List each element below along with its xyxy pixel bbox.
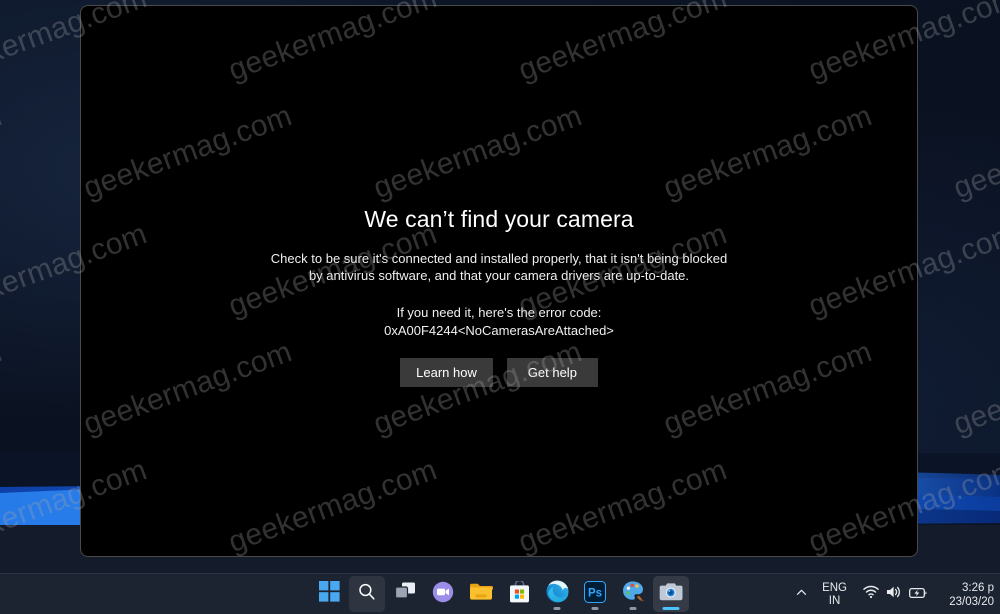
error-description-line-1: Check to be sure it's connected and inst… bbox=[270, 250, 728, 266]
chat-button[interactable] bbox=[425, 576, 461, 612]
clock-date: 23/03/20 bbox=[949, 595, 994, 608]
running-indicator bbox=[629, 607, 637, 610]
system-tray: ENG IN 3:26 p 23/03/20 bbox=[789, 574, 1000, 614]
error-title: We can’t find your camera bbox=[364, 206, 634, 232]
edge-button[interactable] bbox=[539, 576, 575, 612]
clock-button[interactable]: 3:26 p 23/03/20 bbox=[936, 578, 998, 612]
error-action-buttons: Learn how Get help bbox=[400, 357, 598, 387]
quick-settings-button[interactable] bbox=[855, 578, 936, 612]
battery-charging-icon bbox=[909, 586, 928, 604]
camera-error-pane: We can’t find your camera Check to be su… bbox=[81, 6, 917, 556]
running-indicator bbox=[553, 607, 561, 610]
search-icon bbox=[357, 582, 377, 607]
taskbar: Ps ENG IN 3:26 p 23/03/20 bbox=[0, 573, 1000, 614]
get-help-button[interactable]: Get help bbox=[506, 357, 598, 387]
search-button[interactable] bbox=[349, 576, 385, 612]
photoshop-button[interactable]: Ps bbox=[577, 576, 613, 612]
learn-how-button[interactable]: Learn how bbox=[400, 357, 493, 387]
microsoft-store-button[interactable] bbox=[501, 576, 537, 612]
running-indicator bbox=[591, 607, 599, 610]
language-line-1: ENG bbox=[822, 581, 847, 594]
error-description-line-2: by antivirus software, and that your cam… bbox=[308, 267, 690, 283]
svg-text:Ps: Ps bbox=[588, 587, 602, 599]
speaker-icon bbox=[886, 585, 902, 604]
error-description: Check to be sure it's connected and inst… bbox=[271, 250, 727, 284]
photoshop-icon: Ps bbox=[584, 580, 606, 608]
error-code-block: If you need it, here's the error code: 0… bbox=[384, 304, 614, 340]
windows-logo-icon bbox=[318, 581, 340, 607]
camera-button[interactable] bbox=[653, 576, 689, 612]
start-button[interactable] bbox=[311, 576, 347, 612]
task-view-icon bbox=[394, 582, 416, 606]
camera-app-window[interactable]: We can’t find your camera Check to be su… bbox=[80, 5, 918, 557]
active-indicator bbox=[662, 607, 680, 610]
file-explorer-button[interactable] bbox=[463, 576, 499, 612]
language-line-2: IN bbox=[828, 594, 841, 607]
error-code-lead-text: If you need it, here's the error code: bbox=[396, 304, 602, 320]
task-view-button[interactable] bbox=[387, 576, 423, 612]
edge-icon bbox=[546, 580, 569, 608]
error-code-value: 0xA00F4244<NoCamerasAreAttached> bbox=[384, 322, 614, 338]
clock-time: 3:26 p bbox=[962, 581, 994, 594]
wifi-icon bbox=[863, 585, 879, 604]
folder-icon bbox=[469, 582, 493, 607]
language-indicator[interactable]: ENG IN bbox=[814, 578, 855, 612]
store-bag-icon bbox=[509, 579, 530, 608]
paint-palette-icon bbox=[622, 580, 645, 608]
taskbar-icon-group: Ps bbox=[311, 574, 689, 614]
paint-button[interactable] bbox=[615, 576, 651, 612]
chat-video-icon bbox=[432, 581, 454, 608]
chevron-up-icon bbox=[795, 586, 808, 604]
screen: We can’t find your camera Check to be su… bbox=[0, 0, 1000, 614]
show-hidden-icons-button[interactable] bbox=[789, 578, 814, 612]
camera-icon bbox=[659, 582, 683, 607]
